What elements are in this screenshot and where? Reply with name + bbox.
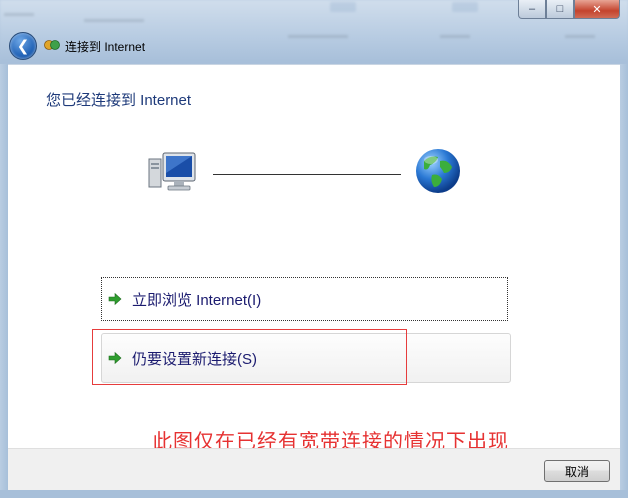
- content-area: 您已经连接到 Internet 立即浏览 Internet(I) 仍要设置新连接…: [8, 64, 620, 453]
- footer-bar: 取消: [8, 448, 620, 491]
- close-button[interactable]: ✕: [574, 0, 620, 19]
- maximize-button[interactable]: □: [546, 0, 574, 19]
- back-arrow-icon: ❮: [16, 38, 30, 55]
- window-frame-right: [620, 64, 628, 498]
- browse-internet-label: 立即浏览 Internet(I): [132, 291, 262, 309]
- window-frame-left: [0, 64, 8, 498]
- connection-line: [213, 174, 401, 175]
- globe-icon: [416, 149, 460, 193]
- breadcrumb-title: 连接到 Internet: [65, 40, 146, 54]
- cancel-button[interactable]: 取消: [544, 460, 610, 482]
- browse-internet-option[interactable]: 立即浏览 Internet(I): [101, 277, 508, 321]
- computer-icon: [148, 152, 196, 191]
- window-frame-bottom: [0, 490, 628, 498]
- title-bar: – □ ✕ ❮ 连接到 Internet: [0, 0, 628, 64]
- page-heading: 您已经连接到 Internet: [46, 92, 192, 109]
- window-controls: – □ ✕: [518, 0, 620, 19]
- minimize-button[interactable]: –: [518, 0, 546, 19]
- highlight-box: [92, 329, 407, 385]
- back-button[interactable]: ❮: [9, 32, 37, 60]
- network-icon: [44, 40, 60, 50]
- green-arrow-icon: [108, 292, 122, 306]
